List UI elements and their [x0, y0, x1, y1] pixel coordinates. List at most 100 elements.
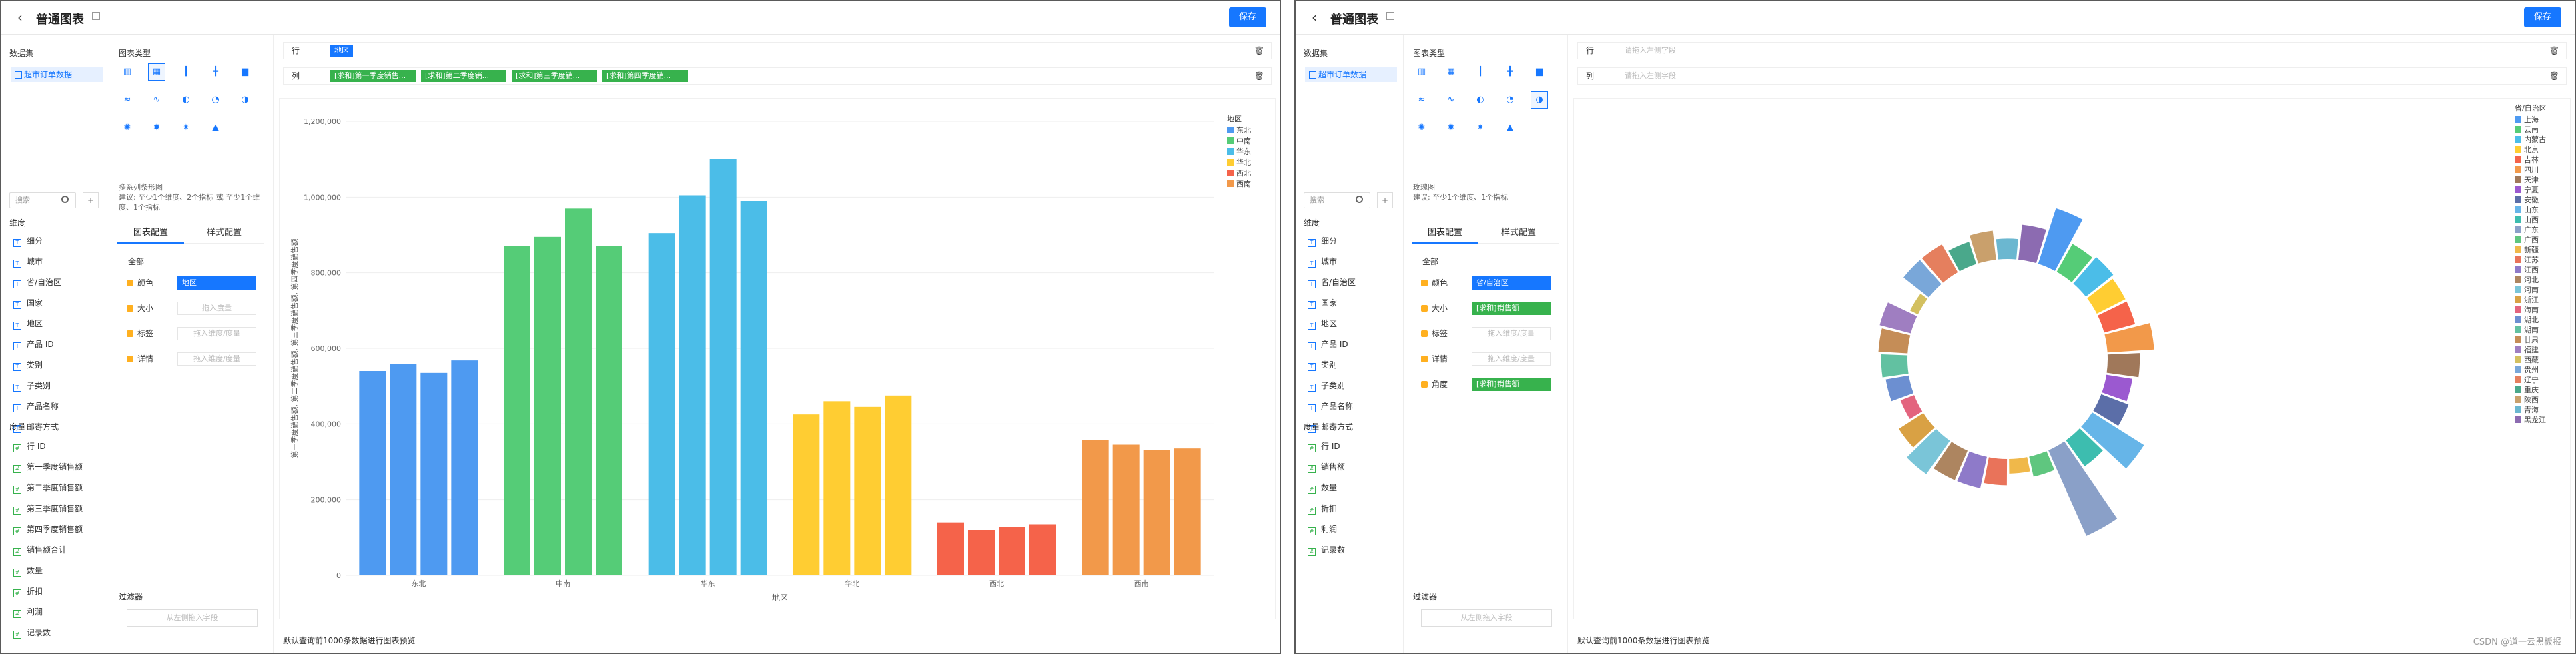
- encoding-row[interactable]: 详情 拖入维度/度量: [125, 352, 266, 366]
- tab-style-config[interactable]: 样式配置: [191, 222, 258, 244]
- chart-type-icon[interactable]: ◑: [1531, 91, 1548, 109]
- legend-label[interactable]: 安徽: [2524, 195, 2539, 204]
- filter-dropzone[interactable]: 从左侧拖入字段: [1421, 609, 1552, 627]
- dataset-item[interactable]: 超市订单数据: [1305, 67, 1397, 82]
- column-pill[interactable]: [求和]第四季度销...: [602, 70, 688, 82]
- legend-label[interactable]: 华东: [1236, 147, 1251, 156]
- chart-type-icon[interactable]: ▥: [1413, 63, 1430, 81]
- chart-type-icon[interactable]: ▦: [148, 63, 165, 81]
- chart-type-icon[interactable]: ✹: [148, 119, 165, 137]
- legend-swatch[interactable]: [2515, 406, 2521, 413]
- chart-type-icon[interactable]: ∿: [148, 91, 165, 109]
- chart-type-icon[interactable]: ▥: [119, 63, 136, 81]
- bar[interactable]: [1082, 440, 1109, 575]
- encoding-dropzone[interactable]: 拖入维度/度量: [1472, 327, 1551, 340]
- chart-type-icon[interactable]: ◐: [177, 91, 195, 109]
- column-shelf[interactable]: 列 请拖入左侧字段 🗑: [1577, 67, 2567, 85]
- field-item[interactable]: T 城市: [1308, 254, 1337, 270]
- legend-label[interactable]: 河南: [2524, 286, 2539, 294]
- legend-swatch[interactable]: [2515, 216, 2521, 223]
- field-item[interactable]: T 产品 ID: [13, 336, 54, 352]
- legend-swatch[interactable]: [2515, 356, 2521, 363]
- legend-swatch[interactable]: [2515, 176, 2521, 183]
- encoding-row[interactable]: 角度 [求和]销售额: [1420, 377, 1560, 392]
- encoding-row[interactable]: 大小 拖入度量: [125, 301, 266, 316]
- chart-type-icon[interactable]: ∿: [1442, 91, 1460, 109]
- bar[interactable]: [937, 522, 964, 575]
- legend-label[interactable]: 重庆: [2524, 385, 2539, 394]
- legend-swatch[interactable]: [2515, 276, 2521, 283]
- legend-swatch[interactable]: [2515, 316, 2521, 323]
- legend-swatch[interactable]: [2515, 326, 2521, 333]
- field-item[interactable]: # 记录数: [13, 625, 51, 641]
- bar[interactable]: [1112, 444, 1140, 576]
- legend-swatch[interactable]: [2515, 206, 2521, 213]
- legend-label[interactable]: 云南: [2524, 125, 2539, 134]
- rose-slice[interactable]: [1878, 328, 1911, 354]
- rose-slice[interactable]: [1881, 354, 1909, 378]
- tab-chart-config[interactable]: 图表配置: [117, 222, 184, 244]
- legend-swatch[interactable]: [2515, 126, 2521, 133]
- field-item[interactable]: T 子类别: [13, 378, 51, 394]
- legend-swatch[interactable]: [2515, 186, 2521, 193]
- legend-swatch[interactable]: [1227, 127, 1234, 133]
- legend-label[interactable]: 湖南: [2524, 326, 2539, 334]
- legend-label[interactable]: 北京: [2524, 145, 2539, 154]
- legend-label[interactable]: 上海: [2524, 115, 2539, 124]
- field-item[interactable]: T 产品名称: [13, 398, 59, 414]
- bar[interactable]: [1143, 450, 1170, 575]
- legend-swatch[interactable]: [2515, 416, 2521, 423]
- legend-label[interactable]: 江西: [2524, 266, 2539, 274]
- legend-label[interactable]: 湖北: [2524, 316, 2539, 324]
- legend-label[interactable]: 华北: [1236, 157, 1251, 167]
- legend-label[interactable]: 四川: [2524, 166, 2539, 174]
- legend-label[interactable]: 西藏: [2524, 356, 2539, 364]
- rose-slice[interactable]: [1909, 293, 1928, 315]
- legend-label[interactable]: 江苏: [2524, 256, 2539, 264]
- field-item[interactable]: # 折扣: [13, 583, 43, 599]
- legend-label[interactable]: 河北: [2524, 276, 2539, 284]
- chart-type-icon[interactable]: ✷: [1472, 119, 1489, 137]
- trash-icon[interactable]: 🗑: [2549, 43, 2559, 59]
- encoding-dropzone[interactable]: 地区: [177, 276, 256, 290]
- chart-type-icon[interactable]: ◔: [207, 91, 224, 109]
- legend-swatch[interactable]: [1227, 170, 1234, 176]
- legend-swatch[interactable]: [2515, 236, 2521, 243]
- bar[interactable]: [420, 372, 448, 575]
- legend-swatch[interactable]: [2515, 156, 2521, 163]
- legend-swatch[interactable]: [2515, 136, 2521, 143]
- field-item[interactable]: T 类别: [1308, 357, 1337, 373]
- column-shelf[interactable]: 列 🗑 [求和]第一季度销售... [求和]第二季度销... [求和]第三季度销..…: [283, 67, 1272, 85]
- legend-swatch[interactable]: [1227, 159, 1234, 166]
- bar[interactable]: [390, 364, 417, 575]
- field-item[interactable]: T 城市: [13, 254, 43, 270]
- legend-label[interactable]: 广西: [2524, 236, 2539, 244]
- encoding-dropzone[interactable]: 省/自治区: [1472, 276, 1551, 290]
- chart-type-icon[interactable]: ┃: [177, 63, 195, 81]
- bar[interactable]: [740, 201, 767, 575]
- legend-label[interactable]: 青海: [2524, 405, 2539, 414]
- legend-swatch[interactable]: [2515, 376, 2521, 383]
- bar[interactable]: [793, 414, 820, 575]
- encoding-dropzone[interactable]: 拖入维度/度量: [1472, 352, 1551, 366]
- legend-swatch[interactable]: [2515, 346, 2521, 353]
- legend-swatch[interactable]: [2515, 266, 2521, 273]
- bar[interactable]: [1174, 448, 1201, 575]
- field-item[interactable]: # 行 ID: [13, 438, 46, 454]
- trash-icon[interactable]: 🗑: [2549, 68, 2559, 84]
- bar[interactable]: [596, 246, 622, 575]
- encoding-row[interactable]: 标签 拖入维度/度量: [1420, 326, 1560, 341]
- chart-type-icon[interactable]: ╋: [207, 63, 224, 81]
- bar[interactable]: [648, 233, 675, 575]
- rose-slice[interactable]: [1879, 302, 1917, 334]
- edit-title-icon[interactable]: [1386, 12, 1394, 20]
- trash-icon[interactable]: 🗑: [1254, 43, 1264, 59]
- legend-swatch[interactable]: [2515, 166, 2521, 173]
- legend-swatch[interactable]: [2515, 196, 2521, 203]
- save-button[interactable]: 保存: [1229, 7, 1266, 27]
- search-icon[interactable]: [1356, 196, 1363, 203]
- column-pill[interactable]: [求和]第三季度销...: [512, 70, 597, 82]
- legend-swatch[interactable]: [2515, 226, 2521, 233]
- field-item[interactable]: T 产品 ID: [1308, 336, 1348, 352]
- rose-slice[interactable]: [2106, 353, 2140, 378]
